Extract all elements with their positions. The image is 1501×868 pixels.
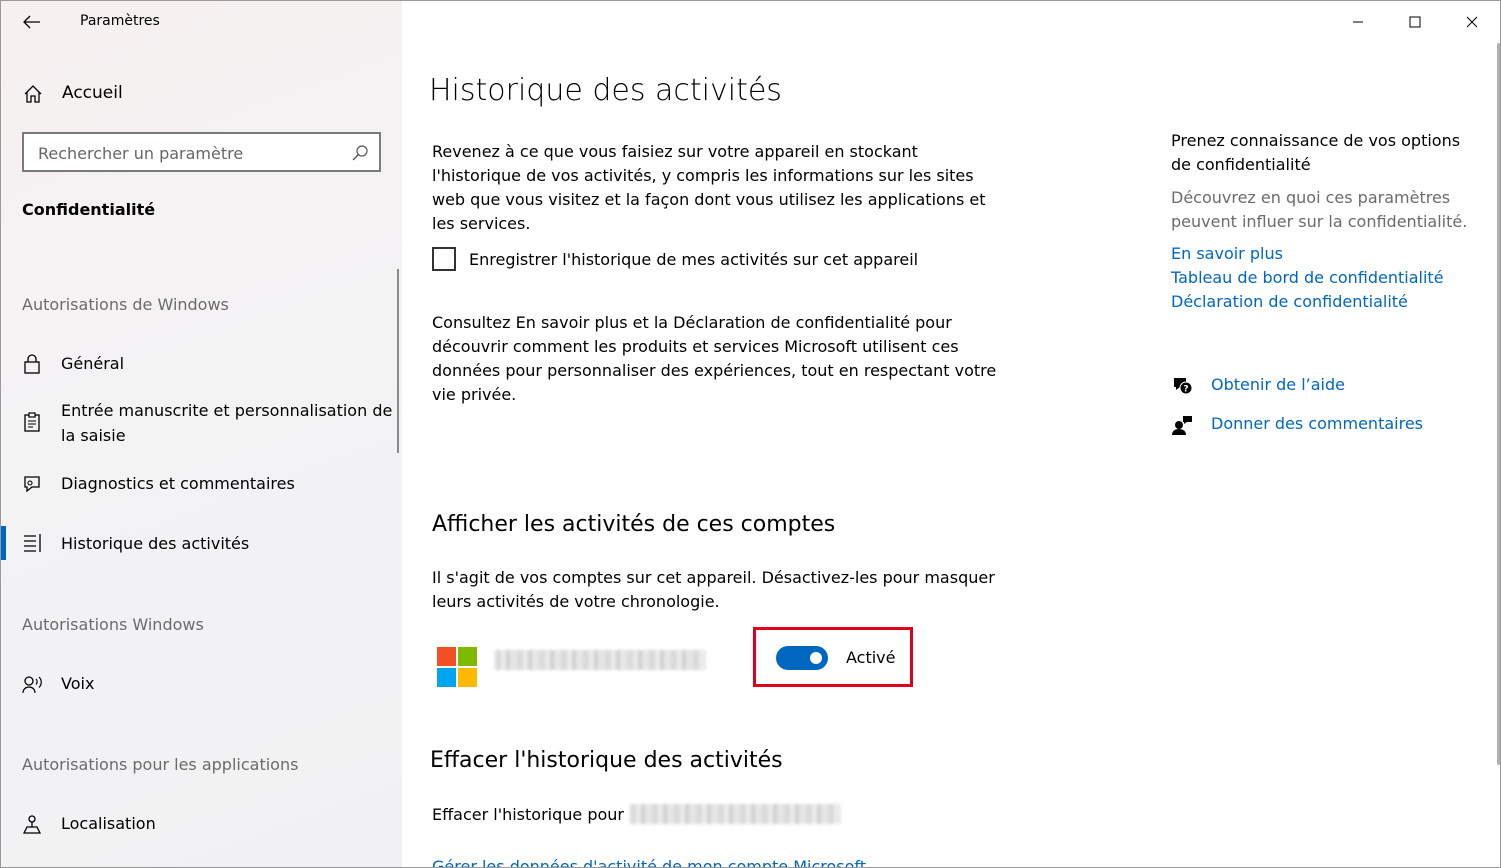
sidebar-item-label: Entrée manuscrite et personnalisation de… — [61, 401, 393, 445]
accounts-description: Il s'agit de vos comptes sur cet apparei… — [432, 568, 995, 611]
aside-title: Prenez connaissance de vos options de co… — [1171, 131, 1461, 174]
search-input[interactable] — [36, 142, 340, 164]
manage-activity-data-link[interactable]: Gérer les données d'activité de mon comp… — [432, 857, 866, 867]
section-header: Autorisations pour les applications — [22, 755, 299, 774]
learn-more-link[interactable]: En savoir plus — [1171, 242, 1283, 266]
maximize-icon — [1409, 16, 1420, 28]
account-activity-toggle[interactable] — [776, 646, 828, 670]
home-icon — [24, 85, 42, 103]
search-icon[interactable] — [351, 144, 369, 162]
give-feedback-link[interactable]: Donner des commentaires — [1211, 412, 1423, 436]
feedback-icon — [24, 476, 40, 493]
section-header: Autorisations de Windows — [22, 295, 229, 314]
svg-text:?: ? — [1183, 385, 1188, 395]
feedback-person-icon — [1172, 416, 1192, 435]
activity-history-checkbox-row[interactable]: Enregistrer l'historique de mes activité… — [432, 246, 918, 272]
search-box[interactable] — [22, 132, 381, 172]
privacy-dashboard-link[interactable]: Tableau de bord de confidentialité — [1171, 266, 1444, 290]
sidebar-item-label: Diagnostics et commentaires — [61, 474, 295, 493]
clear-account-redacted — [629, 804, 840, 824]
section-header: Autorisations Windows — [22, 615, 204, 634]
main-scrollbar[interactable] — [1497, 43, 1500, 765]
sidebar-item-label: Localisation — [61, 814, 156, 833]
main-content: Historique des activités Revenez à ce qu… — [402, 1, 1500, 867]
sidebar-item-voice[interactable]: Voix — [1, 671, 397, 697]
sidebar-item-label: Accueil — [62, 83, 123, 103]
window-controls — [1329, 1, 1500, 43]
page-title: Historique des activités — [429, 73, 782, 108]
back-button[interactable] — [15, 7, 49, 37]
location-icon — [22, 815, 42, 834]
sidebar-item-diagnostics[interactable]: Diagnostics et commentaires — [1, 471, 397, 497]
activity-history-checkbox[interactable] — [432, 247, 456, 271]
sidebar-item-label: Historique des activités — [61, 534, 250, 553]
accounts-section-title: Afficher les activités de ces comptes — [432, 512, 836, 537]
sidebar-item-label: Général — [61, 354, 125, 373]
get-help-link[interactable]: Obtenir de l’aide — [1211, 373, 1345, 397]
lock-icon — [24, 354, 40, 374]
close-button[interactable] — [1443, 1, 1500, 43]
checkbox-label[interactable]: Enregistrer l'historique de mes activité… — [469, 250, 918, 269]
back-arrow-icon — [23, 15, 40, 29]
sidebar-item-home[interactable]: Accueil — [1, 77, 402, 111]
sidebar-item-inking[interactable]: Entrée manuscrite et personnalisation de… — [1, 398, 397, 448]
intro-text: Revenez à ce que vous faisiez sur votre … — [432, 142, 986, 233]
clipboard-icon — [24, 412, 40, 432]
sidebar-scrollbar[interactable] — [397, 269, 399, 453]
toggle-state-label: Activé — [846, 648, 896, 667]
app-title: Paramètres — [80, 13, 160, 29]
timeline-icon — [24, 534, 41, 552]
settings-window: Paramètres Accueil Confidentialité Autor… — [0, 0, 1501, 868]
account-toggle-highlight: Activé — [753, 627, 913, 687]
give-feedback-row[interactable]: Donner des commentaires — [1171, 412, 1491, 438]
minimize-button[interactable] — [1329, 1, 1386, 43]
sidebar-item-location[interactable]: Localisation — [1, 811, 397, 837]
voice-icon — [22, 676, 42, 694]
help-icon: ? — [1174, 378, 1193, 395]
minimize-icon — [1352, 21, 1363, 23]
privacy-statement-link[interactable]: Déclaration de confidentialité — [1171, 290, 1408, 314]
sidebar-item-activity-history[interactable]: Historique des activités — [1, 526, 397, 560]
clear-history-row: Effacer l'historique pour — [432, 804, 840, 824]
category-title: Confidentialité — [22, 200, 156, 219]
maximize-button[interactable] — [1386, 1, 1443, 43]
sidebar-item-general[interactable]: Général — [1, 351, 397, 377]
close-icon — [1466, 16, 1477, 28]
privacy-text: Consultez En savoir plus et la Déclarati… — [432, 313, 997, 404]
get-help-row[interactable]: ? Obtenir de l’aide — [1171, 373, 1491, 399]
sidebar-item-label: Voix — [61, 674, 95, 693]
microsoft-logo-icon — [437, 647, 477, 687]
clear-history-label: Effacer l'historique pour — [432, 804, 624, 824]
sidebar: Paramètres Accueil Confidentialité Autor… — [1, 1, 402, 867]
aside-description: Découvrez en quoi ces paramètres peuvent… — [1171, 188, 1468, 231]
account-name-redacted — [495, 650, 705, 670]
toggle-knob — [810, 652, 822, 664]
clear-section-title: Effacer l'historique des activités — [430, 748, 783, 773]
